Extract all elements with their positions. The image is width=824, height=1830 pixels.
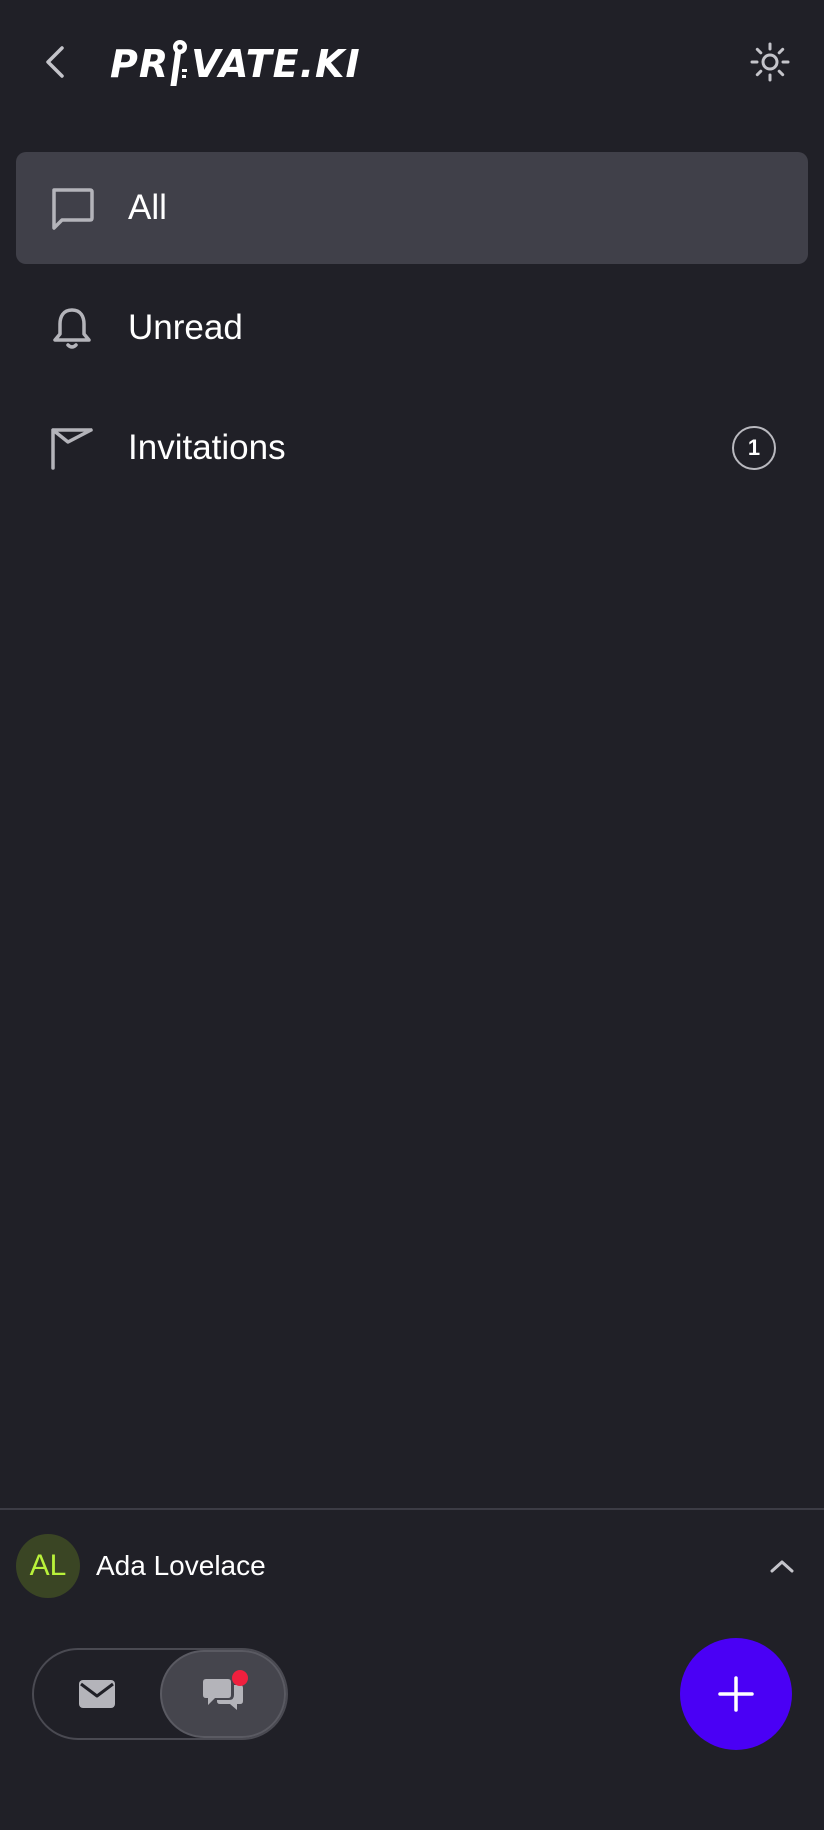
key-icon bbox=[170, 40, 188, 86]
back-button[interactable] bbox=[34, 40, 78, 84]
mail-mode-button[interactable] bbox=[34, 1650, 160, 1738]
footer-divider bbox=[0, 1508, 824, 1510]
folder-list: All Unread Invitations 1 bbox=[16, 152, 808, 512]
app-logo: PR VATE.KI bbox=[110, 36, 361, 92]
nav-item-unread[interactable]: Unread bbox=[16, 272, 808, 384]
nav-item-invitations[interactable]: Invitations 1 bbox=[16, 392, 808, 504]
screen: PR VATE.KI All Unread Invitations 1 AL A… bbox=[0, 0, 824, 1830]
mode-switch bbox=[32, 1648, 288, 1740]
envelope-icon bbox=[44, 420, 100, 476]
nav-item-label: Invitations bbox=[128, 428, 286, 467]
bell-icon bbox=[44, 300, 100, 356]
sun-icon bbox=[750, 42, 790, 82]
nav-item-label: Unread bbox=[128, 308, 243, 347]
chevron-up-icon bbox=[766, 1550, 798, 1582]
chevron-left-icon bbox=[46, 46, 64, 78]
nav-item-label: All bbox=[128, 188, 167, 227]
invitations-count-badge: 1 bbox=[732, 426, 776, 470]
account-switcher[interactable]: AL Ada Lovelace bbox=[16, 1534, 808, 1598]
user-name: Ada Lovelace bbox=[96, 1550, 266, 1581]
plus-icon bbox=[718, 1676, 754, 1712]
avatar: AL bbox=[16, 1534, 80, 1598]
theme-toggle-button[interactable] bbox=[746, 38, 794, 86]
mail-icon bbox=[79, 1680, 115, 1708]
chat-mode-button[interactable] bbox=[160, 1650, 286, 1738]
logo-text-left: PR bbox=[110, 42, 170, 86]
logo-text-right: VATE.KI bbox=[191, 42, 361, 86]
notification-dot bbox=[232, 1670, 248, 1686]
chat-bubble-icon bbox=[44, 180, 100, 236]
nav-item-all[interactable]: All bbox=[16, 152, 808, 264]
compose-button[interactable] bbox=[680, 1638, 792, 1750]
